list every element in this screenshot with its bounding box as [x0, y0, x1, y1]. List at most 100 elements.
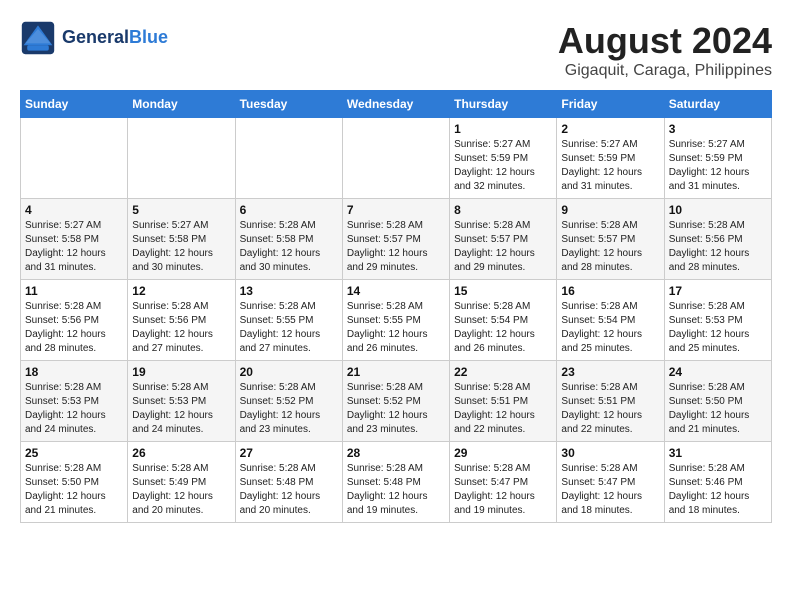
calendar-week-2: 4 Sunrise: 5:27 AM Sunset: 5:58 PM Daylig… [21, 199, 772, 280]
day-info: Sunrise: 5:28 AM Sunset: 5:53 PM Dayligh… [669, 300, 767, 356]
weekday-header-tuesday: Tuesday [235, 91, 342, 118]
logo-icon [20, 20, 56, 56]
calendar-cell: 1 Sunrise: 5:27 AM Sunset: 5:59 PM Daylig… [450, 118, 557, 199]
day-info: Sunrise: 5:28 AM Sunset: 5:54 PM Dayligh… [454, 300, 552, 356]
calendar-cell [342, 118, 449, 199]
day-info: Sunrise: 5:28 AM Sunset: 5:48 PM Dayligh… [240, 462, 338, 518]
calendar-cell: 19 Sunrise: 5:28 AM Sunset: 5:53 PM Dayli… [128, 361, 235, 442]
day-info: Sunrise: 5:28 AM Sunset: 5:53 PM Dayligh… [25, 381, 123, 437]
calendar-cell: 24Sunrise: 5:28 AM Sunset: 5:50 PM Dayli… [664, 361, 771, 442]
calendar: SundayMondayTuesdayWednesdayThursdayFrid… [20, 90, 772, 523]
calendar-cell: 18Sunrise: 5:28 AM Sunset: 5:53 PM Dayli… [21, 361, 128, 442]
weekday-header-friday: Friday [557, 91, 664, 118]
day-info: Sunrise: 5:28 AM Sunset: 5:47 PM Dayligh… [454, 462, 552, 518]
calendar-cell: 11 Sunrise: 5:28 AM Sunset: 5:56 PM Dayli… [21, 280, 128, 361]
day-info: Sunrise: 5:27 AM Sunset: 5:59 PM Dayligh… [454, 138, 552, 194]
calendar-cell: 22 Sunrise: 5:28 AM Sunset: 5:51 PM Dayli… [450, 361, 557, 442]
day-info: Sunrise: 5:28 AM Sunset: 5:55 PM Dayligh… [347, 300, 445, 356]
day-info: Sunrise: 5:28 AM Sunset: 5:56 PM Dayligh… [132, 300, 230, 356]
day-number: 19 [132, 365, 230, 379]
calendar-cell: 31Sunrise: 5:28 AM Sunset: 5:46 PM Dayli… [664, 442, 771, 523]
calendar-cell: 28 Sunrise: 5:28 AM Sunset: 5:48 PM Dayli… [342, 442, 449, 523]
day-info: Sunrise: 5:28 AM Sunset: 5:48 PM Dayligh… [347, 462, 445, 518]
calendar-cell: 12 Sunrise: 5:28 AM Sunset: 5:56 PM Dayli… [128, 280, 235, 361]
day-info: Sunrise: 5:28 AM Sunset: 5:50 PM Dayligh… [25, 462, 123, 518]
calendar-week-4: 18Sunrise: 5:28 AM Sunset: 5:53 PM Dayli… [21, 361, 772, 442]
day-info: Sunrise: 5:28 AM Sunset: 5:53 PM Dayligh… [132, 381, 230, 437]
day-number: 4 [25, 203, 123, 217]
day-number: 26 [132, 446, 230, 460]
calendar-cell: 23 Sunrise: 5:28 AM Sunset: 5:51 PM Dayli… [557, 361, 664, 442]
day-info: Sunrise: 5:28 AM Sunset: 5:56 PM Dayligh… [25, 300, 123, 356]
calendar-cell: 26 Sunrise: 5:28 AM Sunset: 5:49 PM Dayli… [128, 442, 235, 523]
weekday-header-monday: Monday [128, 91, 235, 118]
day-number: 8 [454, 203, 552, 217]
day-info: Sunrise: 5:28 AM Sunset: 5:58 PM Dayligh… [240, 219, 338, 275]
day-number: 12 [132, 284, 230, 298]
day-number: 30 [561, 446, 659, 460]
day-info: Sunrise: 5:28 AM Sunset: 5:55 PM Dayligh… [240, 300, 338, 356]
day-info: Sunrise: 5:28 AM Sunset: 5:46 PM Dayligh… [669, 462, 767, 518]
day-info: Sunrise: 5:28 AM Sunset: 5:52 PM Dayligh… [240, 381, 338, 437]
day-info: Sunrise: 5:28 AM Sunset: 5:49 PM Dayligh… [132, 462, 230, 518]
location: Gigaquit, Caraga, Philippines [558, 62, 772, 80]
day-info: Sunrise: 5:27 AM Sunset: 5:59 PM Dayligh… [561, 138, 659, 194]
day-number: 5 [132, 203, 230, 217]
day-number: 16 [561, 284, 659, 298]
day-number: 10 [669, 203, 767, 217]
calendar-week-1: 1 Sunrise: 5:27 AM Sunset: 5:59 PM Daylig… [21, 118, 772, 199]
calendar-cell: 15 Sunrise: 5:28 AM Sunset: 5:54 PM Dayli… [450, 280, 557, 361]
calendar-cell: 5 Sunrise: 5:27 AM Sunset: 5:58 PM Daylig… [128, 199, 235, 280]
day-number: 24 [669, 365, 767, 379]
calendar-cell: 30 Sunrise: 5:28 AM Sunset: 5:47 PM Dayli… [557, 442, 664, 523]
calendar-cell: 29Sunrise: 5:28 AM Sunset: 5:47 PM Dayli… [450, 442, 557, 523]
day-number: 1 [454, 122, 552, 136]
calendar-week-5: 25Sunrise: 5:28 AM Sunset: 5:50 PM Dayli… [21, 442, 772, 523]
logo-name: GeneralBlue [62, 28, 168, 48]
day-number: 23 [561, 365, 659, 379]
day-info: Sunrise: 5:27 AM Sunset: 5:58 PM Dayligh… [132, 219, 230, 275]
page-header: GeneralBlue August 2024 Gigaquit, Caraga… [20, 20, 772, 80]
day-info: Sunrise: 5:28 AM Sunset: 5:57 PM Dayligh… [561, 219, 659, 275]
day-info: Sunrise: 5:28 AM Sunset: 5:57 PM Dayligh… [454, 219, 552, 275]
day-number: 17 [669, 284, 767, 298]
calendar-cell: 14Sunrise: 5:28 AM Sunset: 5:55 PM Dayli… [342, 280, 449, 361]
day-info: Sunrise: 5:27 AM Sunset: 5:59 PM Dayligh… [669, 138, 767, 194]
weekday-header-row: SundayMondayTuesdayWednesdayThursdayFrid… [21, 91, 772, 118]
calendar-cell: 6Sunrise: 5:28 AM Sunset: 5:58 PM Daylig… [235, 199, 342, 280]
calendar-cell: 4Sunrise: 5:27 AM Sunset: 5:58 PM Daylig… [21, 199, 128, 280]
day-number: 11 [25, 284, 123, 298]
calendar-cell: 10Sunrise: 5:28 AM Sunset: 5:56 PM Dayli… [664, 199, 771, 280]
calendar-cell: 21Sunrise: 5:28 AM Sunset: 5:52 PM Dayli… [342, 361, 449, 442]
day-number: 20 [240, 365, 338, 379]
weekday-header-wednesday: Wednesday [342, 91, 449, 118]
day-info: Sunrise: 5:28 AM Sunset: 5:51 PM Dayligh… [454, 381, 552, 437]
day-info: Sunrise: 5:28 AM Sunset: 5:47 PM Dayligh… [561, 462, 659, 518]
calendar-cell [128, 118, 235, 199]
weekday-header-saturday: Saturday [664, 91, 771, 118]
calendar-cell: 9 Sunrise: 5:28 AM Sunset: 5:57 PM Daylig… [557, 199, 664, 280]
calendar-week-3: 11 Sunrise: 5:28 AM Sunset: 5:56 PM Dayli… [21, 280, 772, 361]
calendar-cell: 3 Sunrise: 5:27 AM Sunset: 5:59 PM Daylig… [664, 118, 771, 199]
weekday-header-sunday: Sunday [21, 91, 128, 118]
day-number: 3 [669, 122, 767, 136]
calendar-cell: 27 Sunrise: 5:28 AM Sunset: 5:48 PM Dayli… [235, 442, 342, 523]
month-year: August 2024 [558, 20, 772, 62]
day-number: 27 [240, 446, 338, 460]
day-info: Sunrise: 5:28 AM Sunset: 5:54 PM Dayligh… [561, 300, 659, 356]
day-number: 15 [454, 284, 552, 298]
title-block: August 2024 Gigaquit, Caraga, Philippine… [558, 20, 772, 80]
calendar-cell [235, 118, 342, 199]
calendar-cell: 20 Sunrise: 5:28 AM Sunset: 5:52 PM Dayli… [235, 361, 342, 442]
calendar-cell: 13 Sunrise: 5:28 AM Sunset: 5:55 PM Dayli… [235, 280, 342, 361]
day-number: 28 [347, 446, 445, 460]
day-number: 9 [561, 203, 659, 217]
day-number: 13 [240, 284, 338, 298]
calendar-cell: 8 Sunrise: 5:28 AM Sunset: 5:57 PM Daylig… [450, 199, 557, 280]
day-info: Sunrise: 5:28 AM Sunset: 5:57 PM Dayligh… [347, 219, 445, 275]
day-number: 2 [561, 122, 659, 136]
day-number: 22 [454, 365, 552, 379]
weekday-header-thursday: Thursday [450, 91, 557, 118]
day-info: Sunrise: 5:28 AM Sunset: 5:51 PM Dayligh… [561, 381, 659, 437]
calendar-cell: 16 Sunrise: 5:28 AM Sunset: 5:54 PM Dayli… [557, 280, 664, 361]
